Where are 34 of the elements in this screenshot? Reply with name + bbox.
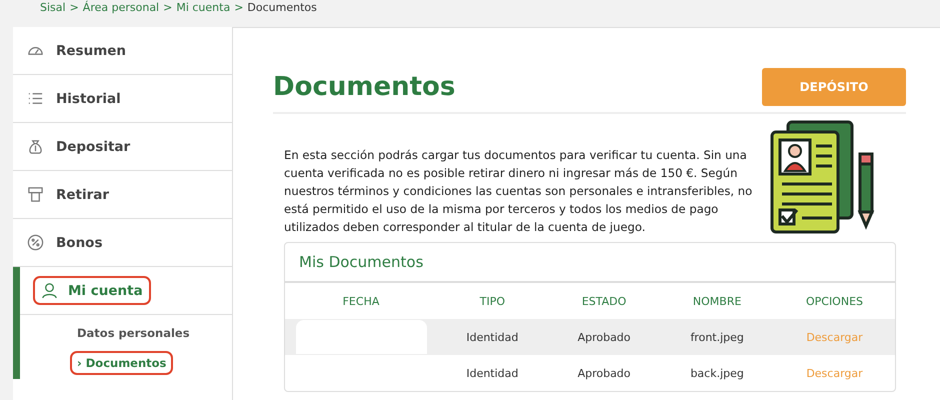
breadcrumb-link[interactable]: Área personal — [82, 1, 160, 15]
card-title: Mis Documentos — [285, 243, 895, 283]
user-icon — [41, 282, 58, 299]
table-cell: Identidad — [466, 366, 518, 380]
table-cell: back.jpeg — [690, 366, 744, 380]
sidebar-item-label: Historial — [56, 90, 121, 106]
column-header: NOMBRE — [660, 283, 774, 319]
column-header: TIPO — [437, 283, 548, 319]
sidebar-item-label: Resumen — [56, 42, 126, 58]
list-icon — [27, 90, 44, 107]
percent-icon — [27, 234, 44, 251]
column-header: FECHA — [285, 283, 437, 319]
page-title: Documentos — [273, 72, 456, 102]
submenu-item[interactable]: › Documentos — [70, 351, 174, 375]
breadcrumb-current: Documentos — [247, 1, 317, 15]
sidebar-item-label: Retirar — [56, 186, 110, 202]
money-bag-icon — [27, 138, 44, 155]
submenu-item[interactable]: Datos personales — [70, 321, 197, 345]
table-cell: Aprobado — [578, 330, 631, 344]
breadcrumb-separator: > — [163, 1, 172, 15]
breadcrumb-link[interactable]: Sisal — [40, 1, 66, 15]
table-cell: Identidad — [466, 330, 518, 344]
column-header: OPCIONES — [774, 283, 895, 319]
sidebar-item-label: Depositar — [56, 138, 130, 154]
sidebar-item-label: Bonos — [56, 234, 102, 250]
table-cell: Aprobado — [578, 366, 631, 380]
sidebar-item[interactable]: Mi cuenta — [20, 267, 232, 315]
description-text: En esta sección podrás cargar tus documentos para verificar tu cuenta. Sin una cuenta verificada no es posible retirar dinero ni ingresar más de 150 €. Según nuestros términos y condiciones las cuentas son personales e intransferibles, no está permitido el uso de la misma por terceros y todos los medios de pago utilizados deben corresponder al titular de la cuenta de juego. — [284, 147, 754, 236]
breadcrumb-link[interactable]: Mi cuenta — [176, 1, 230, 15]
sidebar-item-label: Mi cuenta — [68, 282, 143, 298]
breadcrumb-separator: > — [234, 1, 244, 15]
column-header: ESTADO — [548, 283, 660, 319]
breadcrumb-separator: > — [70, 1, 79, 15]
table-cell: front.jpeg — [690, 330, 744, 344]
